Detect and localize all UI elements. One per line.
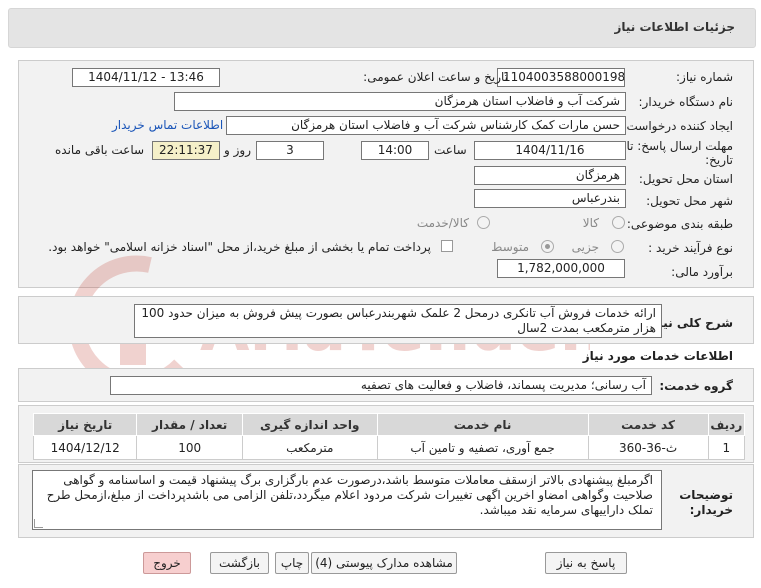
- cell-quantity: 100: [136, 435, 243, 460]
- process-medium-label: متوسط: [491, 240, 529, 254]
- col-service-name: نام خدمت: [376, 413, 589, 436]
- days-label: روز و: [224, 143, 251, 157]
- need-number-field[interactable]: 1104003588000198: [497, 68, 625, 87]
- category-goods-service-radio[interactable]: [477, 216, 490, 229]
- cell-row-number: 1: [707, 435, 746, 460]
- services-section-title: اطلاعات خدمات مورد نیاز: [582, 349, 733, 363]
- notes-label-buyer: خریدار:: [689, 503, 733, 517]
- days-remaining-field[interactable]: 3: [256, 141, 324, 160]
- buyer-contact-link[interactable]: اطلاعات تماس خریدار: [112, 118, 223, 132]
- process-minor-label: جزیی: [571, 240, 599, 254]
- category-goods-radio[interactable]: [612, 216, 625, 229]
- deadline-label: مهلت ارسال پاسخ: تا: [626, 139, 733, 153]
- description-field[interactable]: ارائه خدمات فروش آب تانکری درمحل 2 علمک …: [134, 304, 662, 338]
- time-remaining-field[interactable]: 22:11:37: [152, 141, 220, 160]
- need-number-label: شماره نیاز:: [676, 70, 733, 84]
- category-goods-service-label: کالا/خدمت: [416, 216, 469, 230]
- process-label: نوع فرآیند خرید :: [648, 241, 733, 255]
- time-remaining-label: ساعت باقی مانده: [55, 143, 145, 157]
- cell-service-name: جمع آوری، تصفیه و تامین آب: [376, 435, 589, 460]
- cell-unit: مترمکعب: [241, 435, 378, 460]
- announce-label: تاریخ و ساعت اعلان عمومی:: [363, 70, 508, 84]
- category-goods-label: کالا: [582, 216, 599, 230]
- province-field[interactable]: هرمزگان: [474, 166, 626, 185]
- city-label: شهر محل تحویل:: [646, 194, 733, 208]
- col-unit: واحد اندازه گیری: [241, 413, 378, 436]
- buyer-org-label: نام دستگاه خریدار:: [638, 95, 734, 109]
- estimate-field[interactable]: 1,782,000,000: [497, 259, 625, 278]
- announce-field[interactable]: 1404/11/12 - 13:46: [72, 68, 220, 87]
- cell-need-date: 1404/12/12: [32, 435, 138, 460]
- deadline-date-field[interactable]: 1404/11/16: [474, 141, 626, 160]
- items-table: ردیف کد خدمت نام خدمت واحد اندازه گیری ت…: [32, 413, 746, 460]
- table-row[interactable]: 1 ث-36-360 جمع آوری، تصفیه و تامین آب مت…: [32, 435, 746, 460]
- col-need-date: تاریخ نیاز: [32, 413, 138, 436]
- cell-service-code: ث-36-360: [587, 435, 709, 460]
- exit-button[interactable]: خروج: [143, 552, 191, 574]
- process-minor-radio[interactable]: [611, 240, 624, 253]
- view-attachments-button[interactable]: مشاهده مدارک پیوستی (4): [311, 552, 457, 574]
- col-quantity: تعداد / مقدار: [136, 413, 243, 436]
- creator-field[interactable]: حسن مارات کمک کارشناس شرکت آب و فاضلاب ا…: [226, 116, 626, 135]
- estimate-label: برآورد مالی:: [671, 265, 733, 279]
- deadline-date-label: تاریخ:: [705, 153, 733, 167]
- col-service-code: کد خدمت: [587, 413, 709, 436]
- page-title: جزئیات اطلاعات نیاز: [614, 20, 735, 34]
- back-button[interactable]: بازگشت: [210, 552, 269, 574]
- category-label: طبقه بندی موضوعی:: [626, 217, 733, 231]
- process-medium-radio[interactable]: [541, 240, 554, 253]
- notes-label: توضیحات: [679, 488, 733, 502]
- service-group-label: گروه خدمت:: [659, 379, 733, 393]
- buyer-org-field[interactable]: شرکت آب و فاضلاب استان هرمزگان: [174, 92, 626, 111]
- notes-field[interactable]: اگرمبلغ پیشنهادی بالاتر ازسقف معاملات مت…: [32, 470, 662, 530]
- table-header-row: ردیف کد خدمت نام خدمت واحد اندازه گیری ت…: [32, 413, 746, 436]
- reply-button[interactable]: پاسخ به نیاز: [545, 552, 627, 574]
- page-header: جزئیات اطلاعات نیاز: [8, 8, 756, 48]
- col-row-number: ردیف: [707, 413, 746, 436]
- treasury-payment-checkbox[interactable]: [441, 240, 453, 252]
- creator-label: ایجاد کننده درخواست:: [622, 119, 733, 133]
- treasury-payment-note: پرداخت تمام یا بخشی از مبلغ خرید،از محل …: [48, 240, 431, 254]
- print-button[interactable]: چاپ: [275, 552, 309, 574]
- service-group-field[interactable]: آب رسانی؛ مدیریت پسماند، فاضلاب و فعالیت…: [110, 376, 652, 395]
- city-field[interactable]: بندرعباس: [474, 189, 626, 208]
- resize-handle-icon[interactable]: [34, 519, 43, 528]
- deadline-time-label: ساعت: [434, 143, 467, 157]
- province-label: استان محل تحویل:: [638, 172, 733, 186]
- deadline-time-field[interactable]: 14:00: [361, 141, 429, 160]
